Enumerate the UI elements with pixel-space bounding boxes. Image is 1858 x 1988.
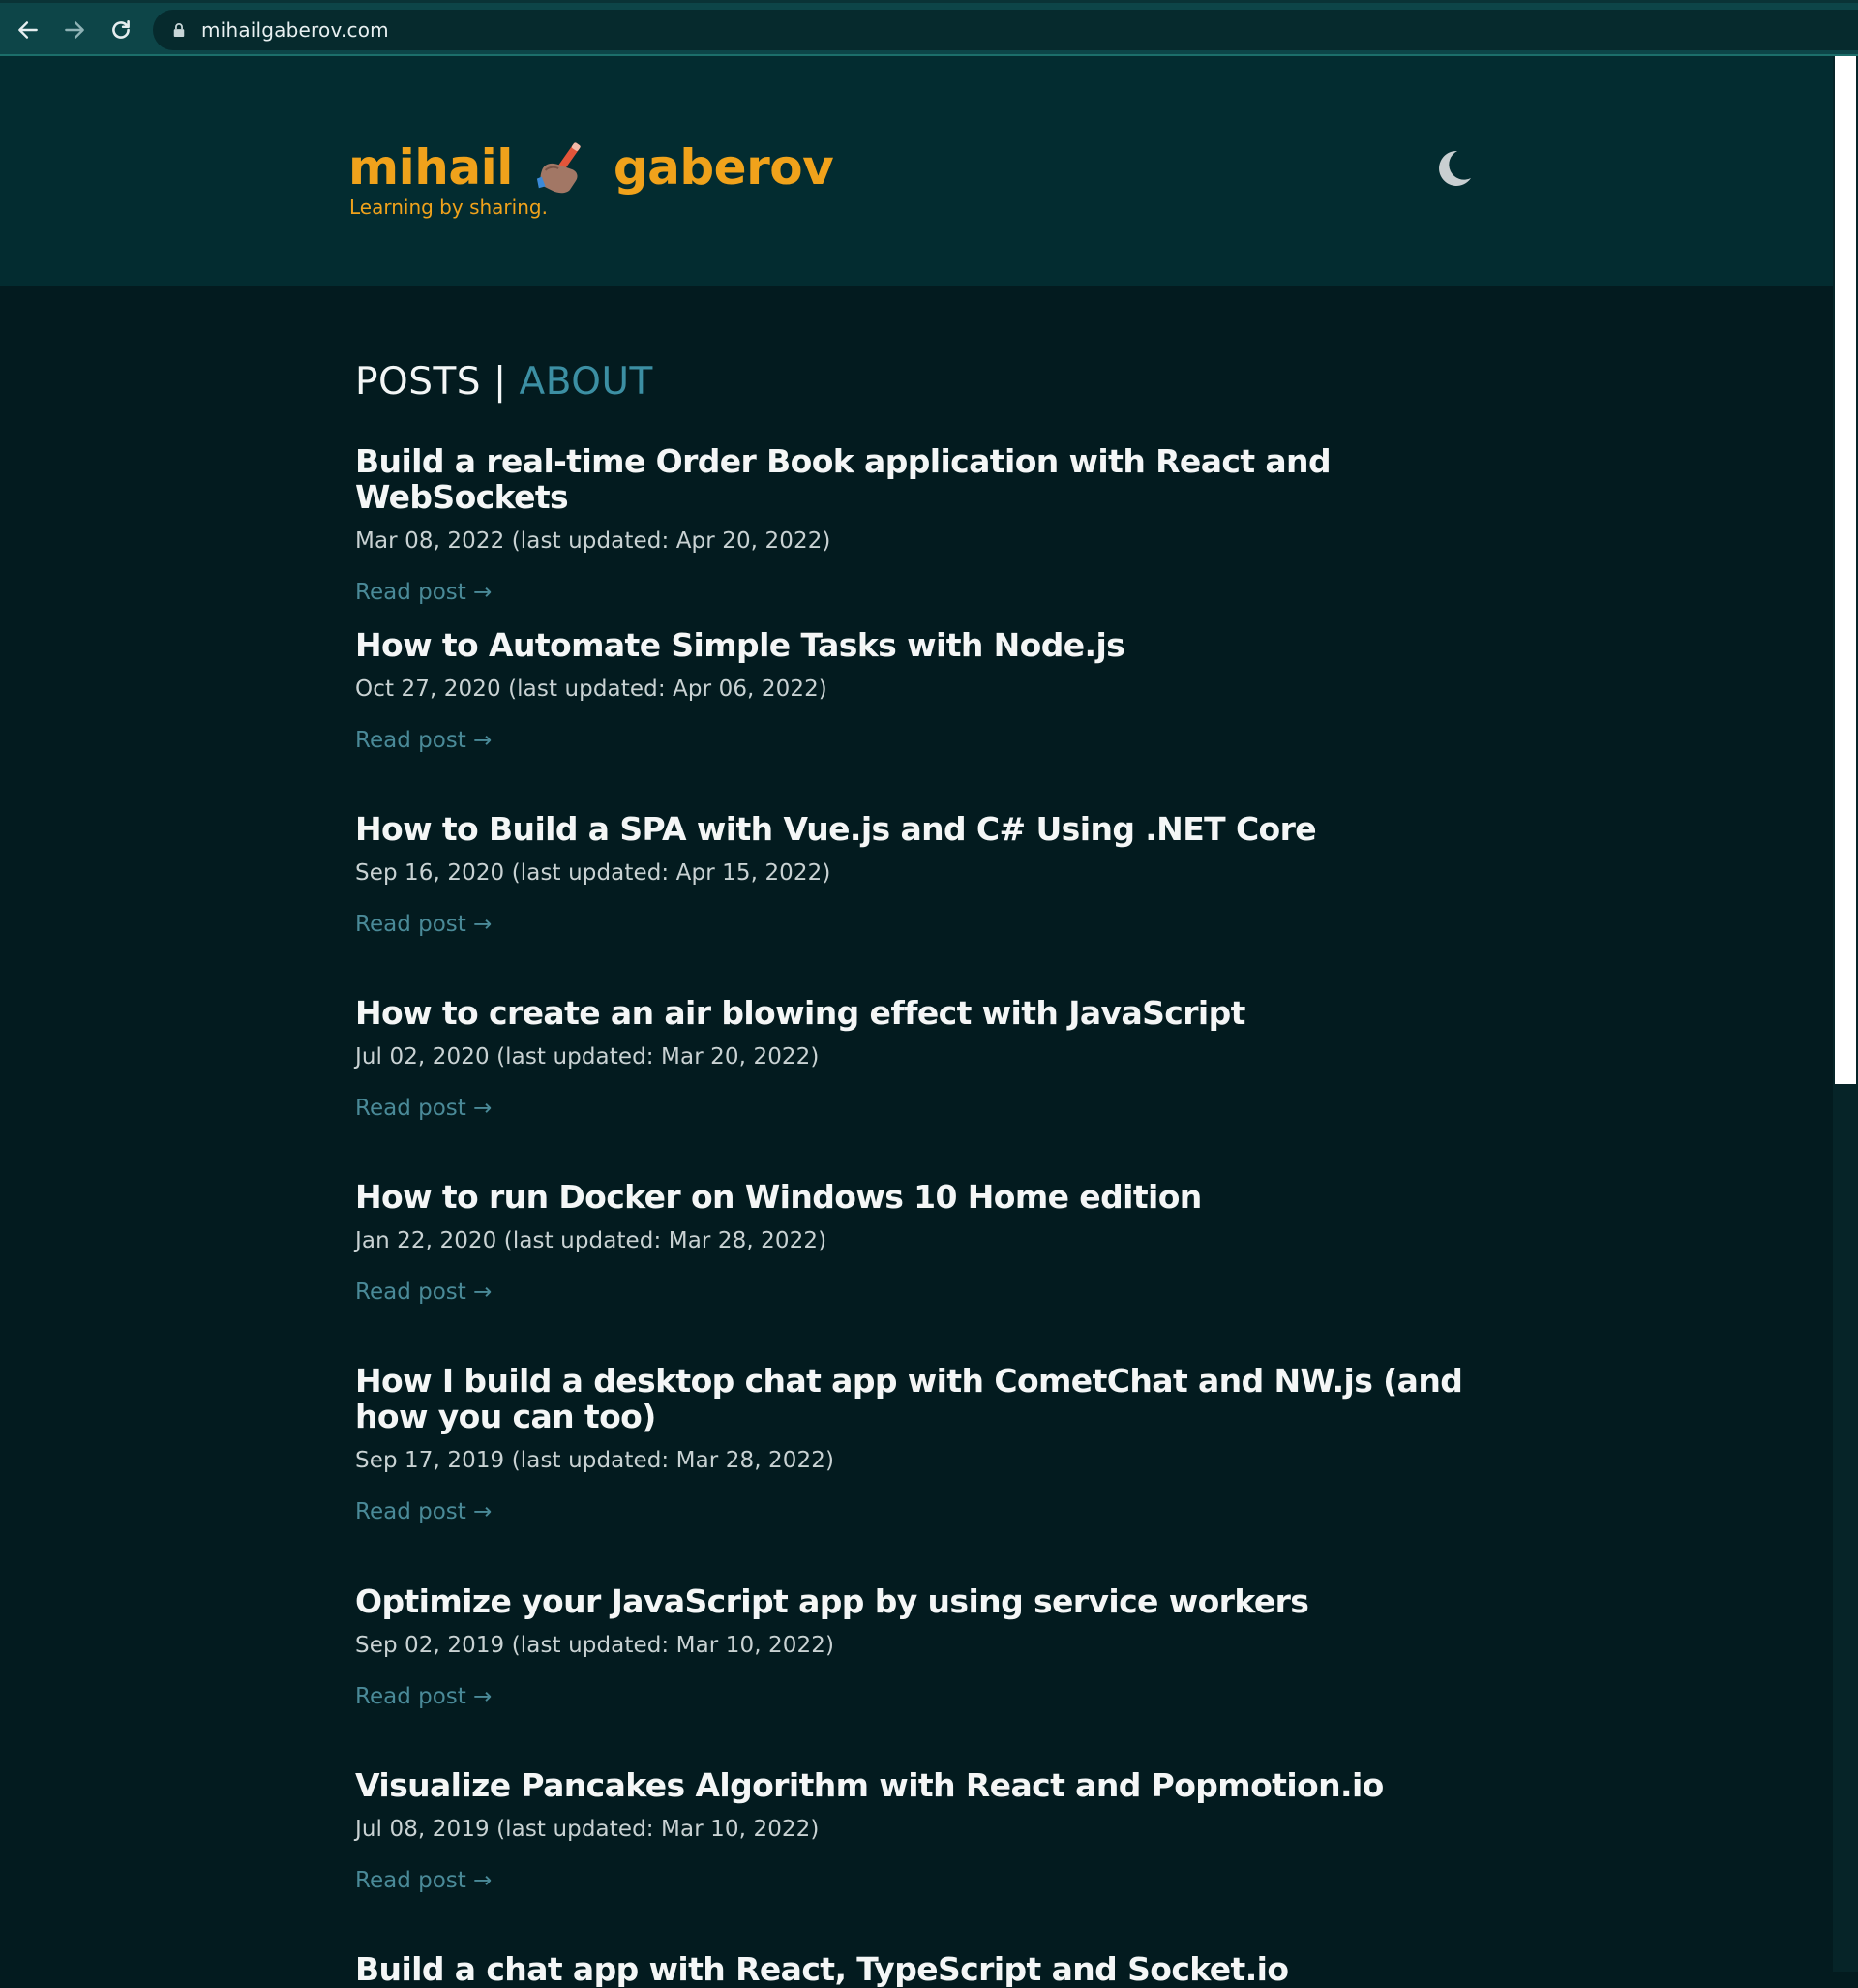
post-date: Sep 16, 2020 (last updated: Apr 15, 2022… [355, 860, 831, 886]
post-title[interactable]: How to run Docker on Windows 10 Home edi… [355, 1179, 1478, 1215]
post-item: How to Automate Simple Tasks with Node.j… [355, 627, 1478, 753]
post-date: Jul 02, 2020 (last updated: Mar 20, 2022… [355, 1044, 820, 1069]
site-header: mihail gaberov Learning by sharing. [0, 56, 1833, 286]
writing-hand-icon [536, 142, 581, 194]
read-post-link[interactable]: Read post → [355, 728, 492, 753]
post-date: Jul 08, 2019 (last updated: Mar 10, 2022… [355, 1817, 820, 1842]
post-item: How to create an air blowing effect with… [355, 995, 1478, 1121]
read-post-link[interactable]: Read post → [355, 1096, 492, 1121]
moon-icon[interactable] [1430, 145, 1477, 192]
read-post-link[interactable]: Read post → [355, 580, 492, 605]
read-post-link[interactable]: Read post → [355, 1499, 492, 1524]
post-title[interactable]: How to create an air blowing effect with… [355, 995, 1478, 1031]
post-date: Sep 17, 2019 (last updated: Mar 28, 2022… [355, 1448, 835, 1473]
post-title[interactable]: Build a chat app with React, TypeScript … [355, 1951, 1478, 1987]
post-date: Oct 27, 2020 (last updated: Apr 06, 2022… [355, 677, 827, 702]
logo-first-name: mihail [348, 139, 513, 196]
post-date: Mar 08, 2022 (last updated: Apr 20, 2022… [355, 528, 831, 554]
post-item: How I build a desktop chat app with Come… [355, 1363, 1478, 1524]
logo-last-name: gaberov [613, 139, 834, 196]
scrollbar-thumb[interactable] [1835, 56, 1856, 1084]
post-title[interactable]: Build a real-time Order Book application… [355, 443, 1478, 515]
address-bar[interactable]: mihailgaberov.com [153, 10, 1858, 50]
nav-posts[interactable]: POSTS [355, 360, 481, 404]
post-title[interactable]: How I build a desktop chat app with Come… [355, 1363, 1478, 1434]
read-post-link[interactable]: Read post → [355, 1280, 492, 1305]
post-title[interactable]: How to Build a SPA with Vue.js and C# Us… [355, 811, 1478, 847]
nav-about[interactable]: ABOUT [520, 360, 653, 404]
section-nav: POSTS | ABOUT [355, 360, 653, 404]
lock-icon [172, 21, 188, 39]
post-date: Sep 02, 2019 (last updated: Mar 10, 2022… [355, 1633, 835, 1658]
post-item: How to Build a SPA with Vue.js and C# Us… [355, 811, 1478, 937]
read-post-link[interactable]: Read post → [355, 1868, 492, 1893]
post-date: Jan 22, 2020 (last updated: Mar 28, 2022… [355, 1228, 827, 1253]
post-item: Build a real-time Order Book application… [355, 443, 1478, 605]
post-item: How to run Docker on Windows 10 Home edi… [355, 1179, 1478, 1305]
post-title[interactable]: Visualize Pancakes Algorithm with React … [355, 1767, 1478, 1803]
browser-toolbar: mihailgaberov.com [0, 0, 1858, 56]
post-item: Visualize Pancakes Algorithm with React … [355, 1767, 1478, 1893]
post-item: Optimize your JavaScript app by using se… [355, 1583, 1478, 1709]
read-post-link[interactable]: Read post → [355, 1684, 492, 1709]
post-title[interactable]: How to Automate Simple Tasks with Node.j… [355, 627, 1478, 663]
nav-separator: | [493, 360, 507, 404]
back-arrow-icon[interactable] [11, 13, 45, 47]
url-text: mihailgaberov.com [201, 18, 389, 42]
post-item: Build a chat app with React, TypeScript … [355, 1951, 1478, 1987]
reload-icon[interactable] [104, 13, 138, 47]
site-tagline: Learning by sharing. [349, 196, 548, 219]
forward-arrow-icon[interactable] [57, 13, 92, 47]
read-post-link[interactable]: Read post → [355, 912, 492, 937]
post-title[interactable]: Optimize your JavaScript app by using se… [355, 1583, 1478, 1619]
site-logo[interactable]: mihail gaberov [348, 139, 834, 196]
